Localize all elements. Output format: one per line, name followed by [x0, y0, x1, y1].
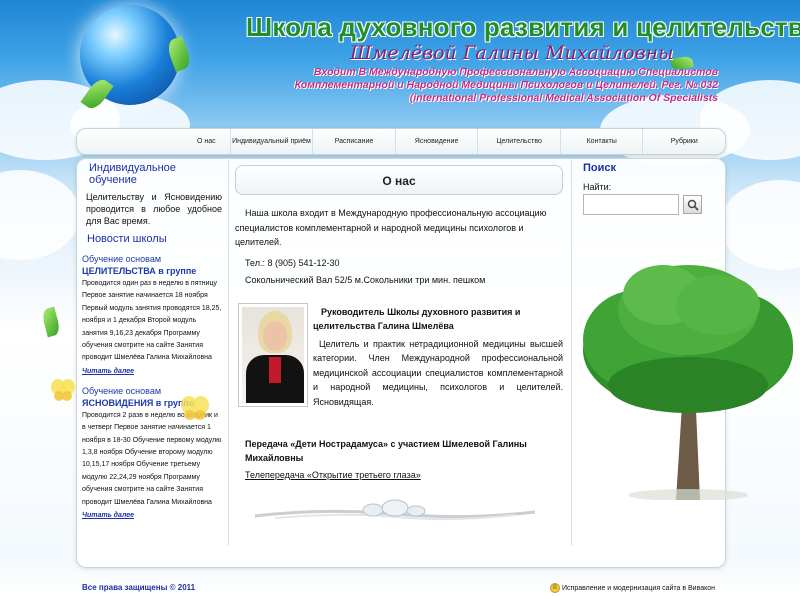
- school-intro-paragraph: Наша школа входит в Международную профес…: [235, 208, 547, 247]
- tv-show-link[interactable]: Телепередача «Открытие третьего глаза»: [245, 468, 421, 482]
- news-heading-emphasis: ЦЕЛИТЕЛЬСТВА в группе: [82, 266, 197, 276]
- search-title: Поиск: [583, 162, 617, 174]
- nav-item-schedule[interactable]: Расписание: [313, 129, 396, 154]
- search-label: Найти:: [583, 182, 612, 192]
- developer-logo-icon: В: [550, 583, 560, 593]
- right-sidebar: Поиск Найти:: [583, 162, 718, 215]
- site-owner-name: Шмелёвой Галины Михайловны: [350, 42, 674, 64]
- nav-item-about[interactable]: О нас: [77, 129, 231, 154]
- butterfly-decoration: [51, 379, 75, 401]
- main-nav: О нас Индивидуальный приём Расписание Яс…: [76, 128, 726, 155]
- individual-training-title: Индивидуальное обучение: [89, 162, 176, 186]
- news-body: Проводится 2 разв в неделю во вторник и …: [82, 411, 222, 506]
- news-heading-line: Обучение основам: [82, 254, 162, 264]
- nav-item-clairvoyance[interactable]: Ясновидение: [396, 129, 479, 154]
- director-portrait: [242, 306, 304, 403]
- left-sidebar: Индивидуальное обучение Целительству и Я…: [82, 162, 222, 519]
- individual-training-text: Целительству и Ясновидению проводится в …: [86, 192, 222, 226]
- tv-show-heading: Передача «Дети Нострадамуса» с участием …: [245, 438, 527, 463]
- footer-credit: В Исправление и модернизация сайта в Вив…: [550, 583, 715, 593]
- cloud-decoration: [0, 170, 80, 260]
- director-photo: [238, 302, 308, 407]
- read-more-link[interactable]: Читать далее: [82, 512, 134, 519]
- search-input[interactable]: [583, 194, 679, 215]
- portrait-shirt: [269, 356, 281, 383]
- nav-item-healing[interactable]: Целительство: [478, 129, 561, 154]
- director-section: Руководитель Школы духовного развития и …: [235, 302, 563, 409]
- nav-item-contacts[interactable]: Контакты: [561, 129, 644, 154]
- leaf-decoration: [40, 306, 62, 338]
- news-item: Обучение основам ЦЕЛИТЕЛЬСТВА в группе П…: [82, 253, 222, 375]
- column-divider: [571, 160, 572, 546]
- director-heading: Руководитель Школы духовного развития и …: [313, 306, 521, 331]
- nav-item-rubrics[interactable]: Рубрики: [643, 129, 725, 154]
- search-form: [583, 194, 718, 215]
- copyright-text: Все права защищены © 2011: [82, 583, 196, 592]
- news-heading: Обучение основам ЦЕЛИТЕЛЬСТВА в группе: [82, 253, 222, 277]
- site-title: Школа духовного развития и целительства: [246, 12, 800, 42]
- search-button[interactable]: [683, 195, 702, 214]
- director-description: Целитель и практик нетрадиционной медици…: [313, 338, 563, 407]
- water-drop-ornament: [255, 499, 535, 521]
- butterfly-decoration: [181, 396, 209, 420]
- nav-item-individual[interactable]: Индивидуальный приём: [231, 129, 314, 154]
- portrait-face: [263, 320, 287, 351]
- page-title: О нас: [235, 165, 563, 195]
- address-line: Сокольнический Вал 52/5 м.Сокольники три…: [245, 274, 486, 285]
- read-more-link[interactable]: Читать далее: [82, 368, 134, 375]
- phone-line: Тел.: 8 (905) 541-12-30: [245, 257, 340, 268]
- news-heading-emphasis: ЯСНОВИДЕНИЯ в группе: [82, 397, 194, 408]
- school-news-title: Новости школы: [87, 233, 167, 245]
- site-subtitle: Входит В Международную Профессиональную …: [294, 66, 718, 104]
- column-divider: [228, 160, 229, 546]
- main-content: О нас Наша школа входит в Международную …: [235, 165, 563, 482]
- tree-illustration: [583, 265, 793, 500]
- developer-credit-link[interactable]: Исправление и модернизация сайта в Вивак…: [562, 585, 715, 592]
- news-heading-line: Обучение основам: [82, 385, 162, 396]
- search-icon: [687, 199, 699, 211]
- news-body: Проводится один раз в неделю в пятницу П…: [82, 280, 222, 362]
